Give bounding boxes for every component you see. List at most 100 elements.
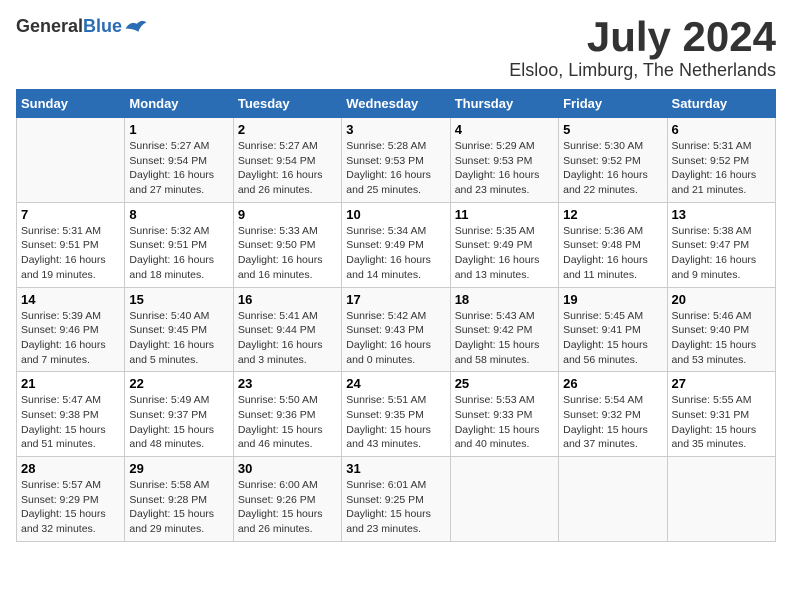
day-number: 24 bbox=[346, 376, 445, 391]
day-info: Sunrise: 5:31 AMSunset: 9:51 PMDaylight:… bbox=[21, 224, 120, 283]
day-number: 5 bbox=[563, 122, 662, 137]
day-number: 8 bbox=[129, 207, 228, 222]
day-number: 15 bbox=[129, 292, 228, 307]
day-info: Sunrise: 5:34 AMSunset: 9:49 PMDaylight:… bbox=[346, 224, 445, 283]
calendar-cell: 18 Sunrise: 5:43 AMSunset: 9:42 PMDayligh… bbox=[450, 287, 558, 372]
day-number: 13 bbox=[672, 207, 771, 222]
day-info: Sunrise: 5:27 AMSunset: 9:54 PMDaylight:… bbox=[238, 139, 337, 198]
calendar-cell: 8 Sunrise: 5:32 AMSunset: 9:51 PMDaylight… bbox=[125, 202, 233, 287]
day-info: Sunrise: 5:39 AMSunset: 9:46 PMDaylight:… bbox=[21, 309, 120, 368]
calendar-cell: 14 Sunrise: 5:39 AMSunset: 9:46 PMDayligh… bbox=[17, 287, 125, 372]
calendar-cell: 24 Sunrise: 5:51 AMSunset: 9:35 PMDayligh… bbox=[342, 372, 450, 457]
day-info: Sunrise: 5:33 AMSunset: 9:50 PMDaylight:… bbox=[238, 224, 337, 283]
day-number: 26 bbox=[563, 376, 662, 391]
page-header: GeneralBlue July 2024 Elsloo, Limburg, T… bbox=[16, 16, 776, 81]
day-info: Sunrise: 5:35 AMSunset: 9:49 PMDaylight:… bbox=[455, 224, 554, 283]
day-number: 31 bbox=[346, 461, 445, 476]
calendar-cell: 12 Sunrise: 5:36 AMSunset: 9:48 PMDayligh… bbox=[559, 202, 667, 287]
day-number: 1 bbox=[129, 122, 228, 137]
calendar-cell: 3 Sunrise: 5:28 AMSunset: 9:53 PMDaylight… bbox=[342, 118, 450, 203]
week-row-1: 1 Sunrise: 5:27 AMSunset: 9:54 PMDaylight… bbox=[17, 118, 776, 203]
day-number: 29 bbox=[129, 461, 228, 476]
day-info: Sunrise: 5:29 AMSunset: 9:53 PMDaylight:… bbox=[455, 139, 554, 198]
calendar-cell: 19Sunrise: 5:45 AMSunset: 9:41 PMDayligh… bbox=[559, 287, 667, 372]
day-info: Sunrise: 5:43 AMSunset: 9:42 PMDaylight:… bbox=[455, 309, 554, 368]
day-info: Sunrise: 5:50 AMSunset: 9:36 PMDaylight:… bbox=[238, 393, 337, 452]
calendar-cell: 9Sunrise: 5:33 AMSunset: 9:50 PMDaylight… bbox=[233, 202, 341, 287]
calendar-cell: 30Sunrise: 6:00 AMSunset: 9:26 PMDayligh… bbox=[233, 457, 341, 542]
weekday-header-wednesday: Wednesday bbox=[342, 90, 450, 118]
calendar-cell: 2 Sunrise: 5:27 AMSunset: 9:54 PMDaylight… bbox=[233, 118, 341, 203]
calendar-cell: 6 Sunrise: 5:31 AMSunset: 9:52 PMDaylight… bbox=[667, 118, 775, 203]
calendar-cell bbox=[450, 457, 558, 542]
day-info: Sunrise: 5:55 AMSunset: 9:31 PMDaylight:… bbox=[672, 393, 771, 452]
day-number: 3 bbox=[346, 122, 445, 137]
day-number: 25 bbox=[455, 376, 554, 391]
calendar-cell: 17 Sunrise: 5:42 AMSunset: 9:43 PMDayligh… bbox=[342, 287, 450, 372]
logo: GeneralBlue bbox=[16, 16, 148, 37]
day-info: Sunrise: 6:01 AMSunset: 9:25 PMDaylight:… bbox=[346, 478, 445, 537]
day-info: Sunrise: 5:28 AMSunset: 9:53 PMDaylight:… bbox=[346, 139, 445, 198]
weekday-header-friday: Friday bbox=[559, 90, 667, 118]
day-number: 6 bbox=[672, 122, 771, 137]
day-number: 14 bbox=[21, 292, 120, 307]
day-info: Sunrise: 5:31 AMSunset: 9:52 PMDaylight:… bbox=[672, 139, 771, 198]
calendar-cell: 25 Sunrise: 5:53 AMSunset: 9:33 PMDayligh… bbox=[450, 372, 558, 457]
day-info: Sunrise: 5:38 AMSunset: 9:47 PMDaylight:… bbox=[672, 224, 771, 283]
day-info: Sunrise: 5:53 AMSunset: 9:33 PMDaylight:… bbox=[455, 393, 554, 452]
calendar-cell: 1 Sunrise: 5:27 AMSunset: 9:54 PMDaylight… bbox=[125, 118, 233, 203]
day-info: Sunrise: 5:58 AMSunset: 9:28 PMDaylight:… bbox=[129, 478, 228, 537]
day-number: 20 bbox=[672, 292, 771, 307]
week-row-2: 7 Sunrise: 5:31 AMSunset: 9:51 PMDaylight… bbox=[17, 202, 776, 287]
day-number: 7 bbox=[21, 207, 120, 222]
calendar-cell: 28Sunrise: 5:57 AMSunset: 9:29 PMDayligh… bbox=[17, 457, 125, 542]
calendar-cell: 22Sunrise: 5:49 AMSunset: 9:37 PMDayligh… bbox=[125, 372, 233, 457]
calendar-cell: 23 Sunrise: 5:50 AMSunset: 9:36 PMDayligh… bbox=[233, 372, 341, 457]
day-number: 30 bbox=[238, 461, 337, 476]
calendar-cell: 21Sunrise: 5:47 AMSunset: 9:38 PMDayligh… bbox=[17, 372, 125, 457]
calendar-cell bbox=[559, 457, 667, 542]
logo-text-general: General bbox=[16, 16, 83, 36]
calendar-cell: 26 Sunrise: 5:54 AMSunset: 9:32 PMDayligh… bbox=[559, 372, 667, 457]
day-number: 17 bbox=[346, 292, 445, 307]
day-number: 4 bbox=[455, 122, 554, 137]
calendar-table: SundayMondayTuesdayWednesdayThursdayFrid… bbox=[16, 89, 776, 542]
day-info: Sunrise: 5:27 AMSunset: 9:54 PMDaylight:… bbox=[129, 139, 228, 198]
day-number: 22 bbox=[129, 376, 228, 391]
day-info: Sunrise: 5:45 AMSunset: 9:41 PMDaylight:… bbox=[563, 309, 662, 368]
day-number: 23 bbox=[238, 376, 337, 391]
day-info: Sunrise: 5:54 AMSunset: 9:32 PMDaylight:… bbox=[563, 393, 662, 452]
day-info: Sunrise: 5:32 AMSunset: 9:51 PMDaylight:… bbox=[129, 224, 228, 283]
calendar-cell: 31 Sunrise: 6:01 AMSunset: 9:25 PMDayligh… bbox=[342, 457, 450, 542]
day-info: Sunrise: 5:36 AMSunset: 9:48 PMDaylight:… bbox=[563, 224, 662, 283]
location-title: Elsloo, Limburg, The Netherlands bbox=[509, 60, 776, 81]
day-info: Sunrise: 5:57 AMSunset: 9:29 PMDaylight:… bbox=[21, 478, 120, 537]
calendar-cell: 10 Sunrise: 5:34 AMSunset: 9:49 PMDayligh… bbox=[342, 202, 450, 287]
calendar-cell: 29 Sunrise: 5:58 AMSunset: 9:28 PMDayligh… bbox=[125, 457, 233, 542]
title-block: July 2024 Elsloo, Limburg, The Netherlan… bbox=[509, 16, 776, 81]
calendar-cell: 11Sunrise: 5:35 AMSunset: 9:49 PMDayligh… bbox=[450, 202, 558, 287]
day-number: 18 bbox=[455, 292, 554, 307]
calendar-cell: 7 Sunrise: 5:31 AMSunset: 9:51 PMDaylight… bbox=[17, 202, 125, 287]
day-number: 16 bbox=[238, 292, 337, 307]
week-row-3: 14 Sunrise: 5:39 AMSunset: 9:46 PMDayligh… bbox=[17, 287, 776, 372]
day-number: 12 bbox=[563, 207, 662, 222]
calendar-cell: 5Sunrise: 5:30 AMSunset: 9:52 PMDaylight… bbox=[559, 118, 667, 203]
day-info: Sunrise: 5:41 AMSunset: 9:44 PMDaylight:… bbox=[238, 309, 337, 368]
weekday-header-saturday: Saturday bbox=[667, 90, 775, 118]
weekday-header-sunday: Sunday bbox=[17, 90, 125, 118]
day-info: Sunrise: 5:42 AMSunset: 9:43 PMDaylight:… bbox=[346, 309, 445, 368]
day-info: Sunrise: 5:46 AMSunset: 9:40 PMDaylight:… bbox=[672, 309, 771, 368]
calendar-cell: 15Sunrise: 5:40 AMSunset: 9:45 PMDayligh… bbox=[125, 287, 233, 372]
day-number: 27 bbox=[672, 376, 771, 391]
month-title: July 2024 bbox=[509, 16, 776, 58]
day-number: 21 bbox=[21, 376, 120, 391]
logo-text-blue: Blue bbox=[83, 16, 122, 36]
calendar-cell: 4 Sunrise: 5:29 AMSunset: 9:53 PMDaylight… bbox=[450, 118, 558, 203]
day-info: Sunrise: 5:51 AMSunset: 9:35 PMDaylight:… bbox=[346, 393, 445, 452]
logo-bird-icon bbox=[124, 17, 148, 37]
weekday-header-thursday: Thursday bbox=[450, 90, 558, 118]
calendar-cell bbox=[667, 457, 775, 542]
day-number: 10 bbox=[346, 207, 445, 222]
day-number: 2 bbox=[238, 122, 337, 137]
